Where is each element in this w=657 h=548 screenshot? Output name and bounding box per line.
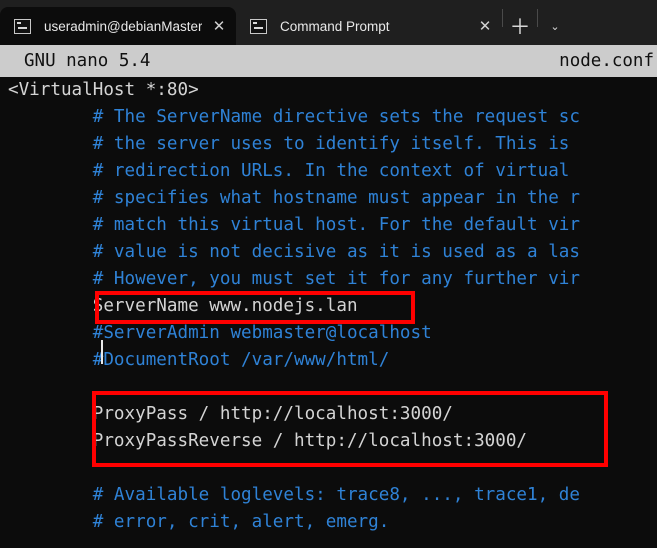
close-icon[interactable]: ✕ xyxy=(468,7,502,45)
editor-line: # Available loglevels: trace8, ..., trac… xyxy=(8,485,580,505)
editor-line: <VirtualHost *:80> xyxy=(8,80,199,100)
close-icon[interactable]: ✕ xyxy=(202,7,236,45)
editor-line: ProxyPassReverse / http://localhost:3000… xyxy=(8,431,528,451)
text-cursor xyxy=(101,340,103,364)
terminal-icon xyxy=(250,18,267,34)
editor-line: ProxyPass / http://localhost:3000/ xyxy=(8,404,453,424)
new-tab-icon[interactable]: ＋ xyxy=(503,7,537,45)
nano-filename-label: node.conf xyxy=(559,51,654,71)
tab-command-prompt[interactable]: Command Prompt ✕ xyxy=(236,7,502,45)
editor-line: # the server uses to identify itself. Th… xyxy=(8,134,580,154)
chevron-down-icon[interactable]: ⌄ xyxy=(538,7,572,45)
nano-title-bar: GNU nano 5.4 node.conf xyxy=(0,45,657,77)
terminal-icon xyxy=(14,18,31,34)
editor-line: # match this virtual host. For the defau… xyxy=(8,215,580,235)
editor-line: # The ServerName directive sets the requ… xyxy=(8,107,580,127)
tab-title: Command Prompt xyxy=(280,18,390,34)
editor-line: # value is not decisive as it is used as… xyxy=(8,242,580,262)
editor-line: #ServerAdmin webmaster@localhost xyxy=(8,323,432,343)
tab-strip: useradmin@debianMaster: ~ ✕ Command Prom… xyxy=(0,0,657,45)
editor-line: # error, crit, alert, emerg. xyxy=(8,512,390,532)
terminal-window: useradmin@debianMaster: ~ ✕ Command Prom… xyxy=(0,0,657,548)
nano-version-label: GNU nano 5.4 xyxy=(24,51,151,71)
tab-title: useradmin@debianMaster: ~ xyxy=(44,18,202,34)
editor-line: # However, you must set it for any furth… xyxy=(8,269,580,289)
editor-line: #DocumentRoot /var/www/html/ xyxy=(8,350,390,370)
editor-line: # redirection URLs. In the context of vi… xyxy=(8,161,580,181)
editor-line: ServerName www.nodejs.lan xyxy=(8,296,358,316)
editor-line: # specifies what hostname must appear in… xyxy=(8,188,580,208)
nano-editor-area[interactable]: <VirtualHost *:80> # The ServerName dire… xyxy=(0,77,657,548)
tab-useradmin-debianmaster[interactable]: useradmin@debianMaster: ~ ✕ xyxy=(0,7,236,45)
